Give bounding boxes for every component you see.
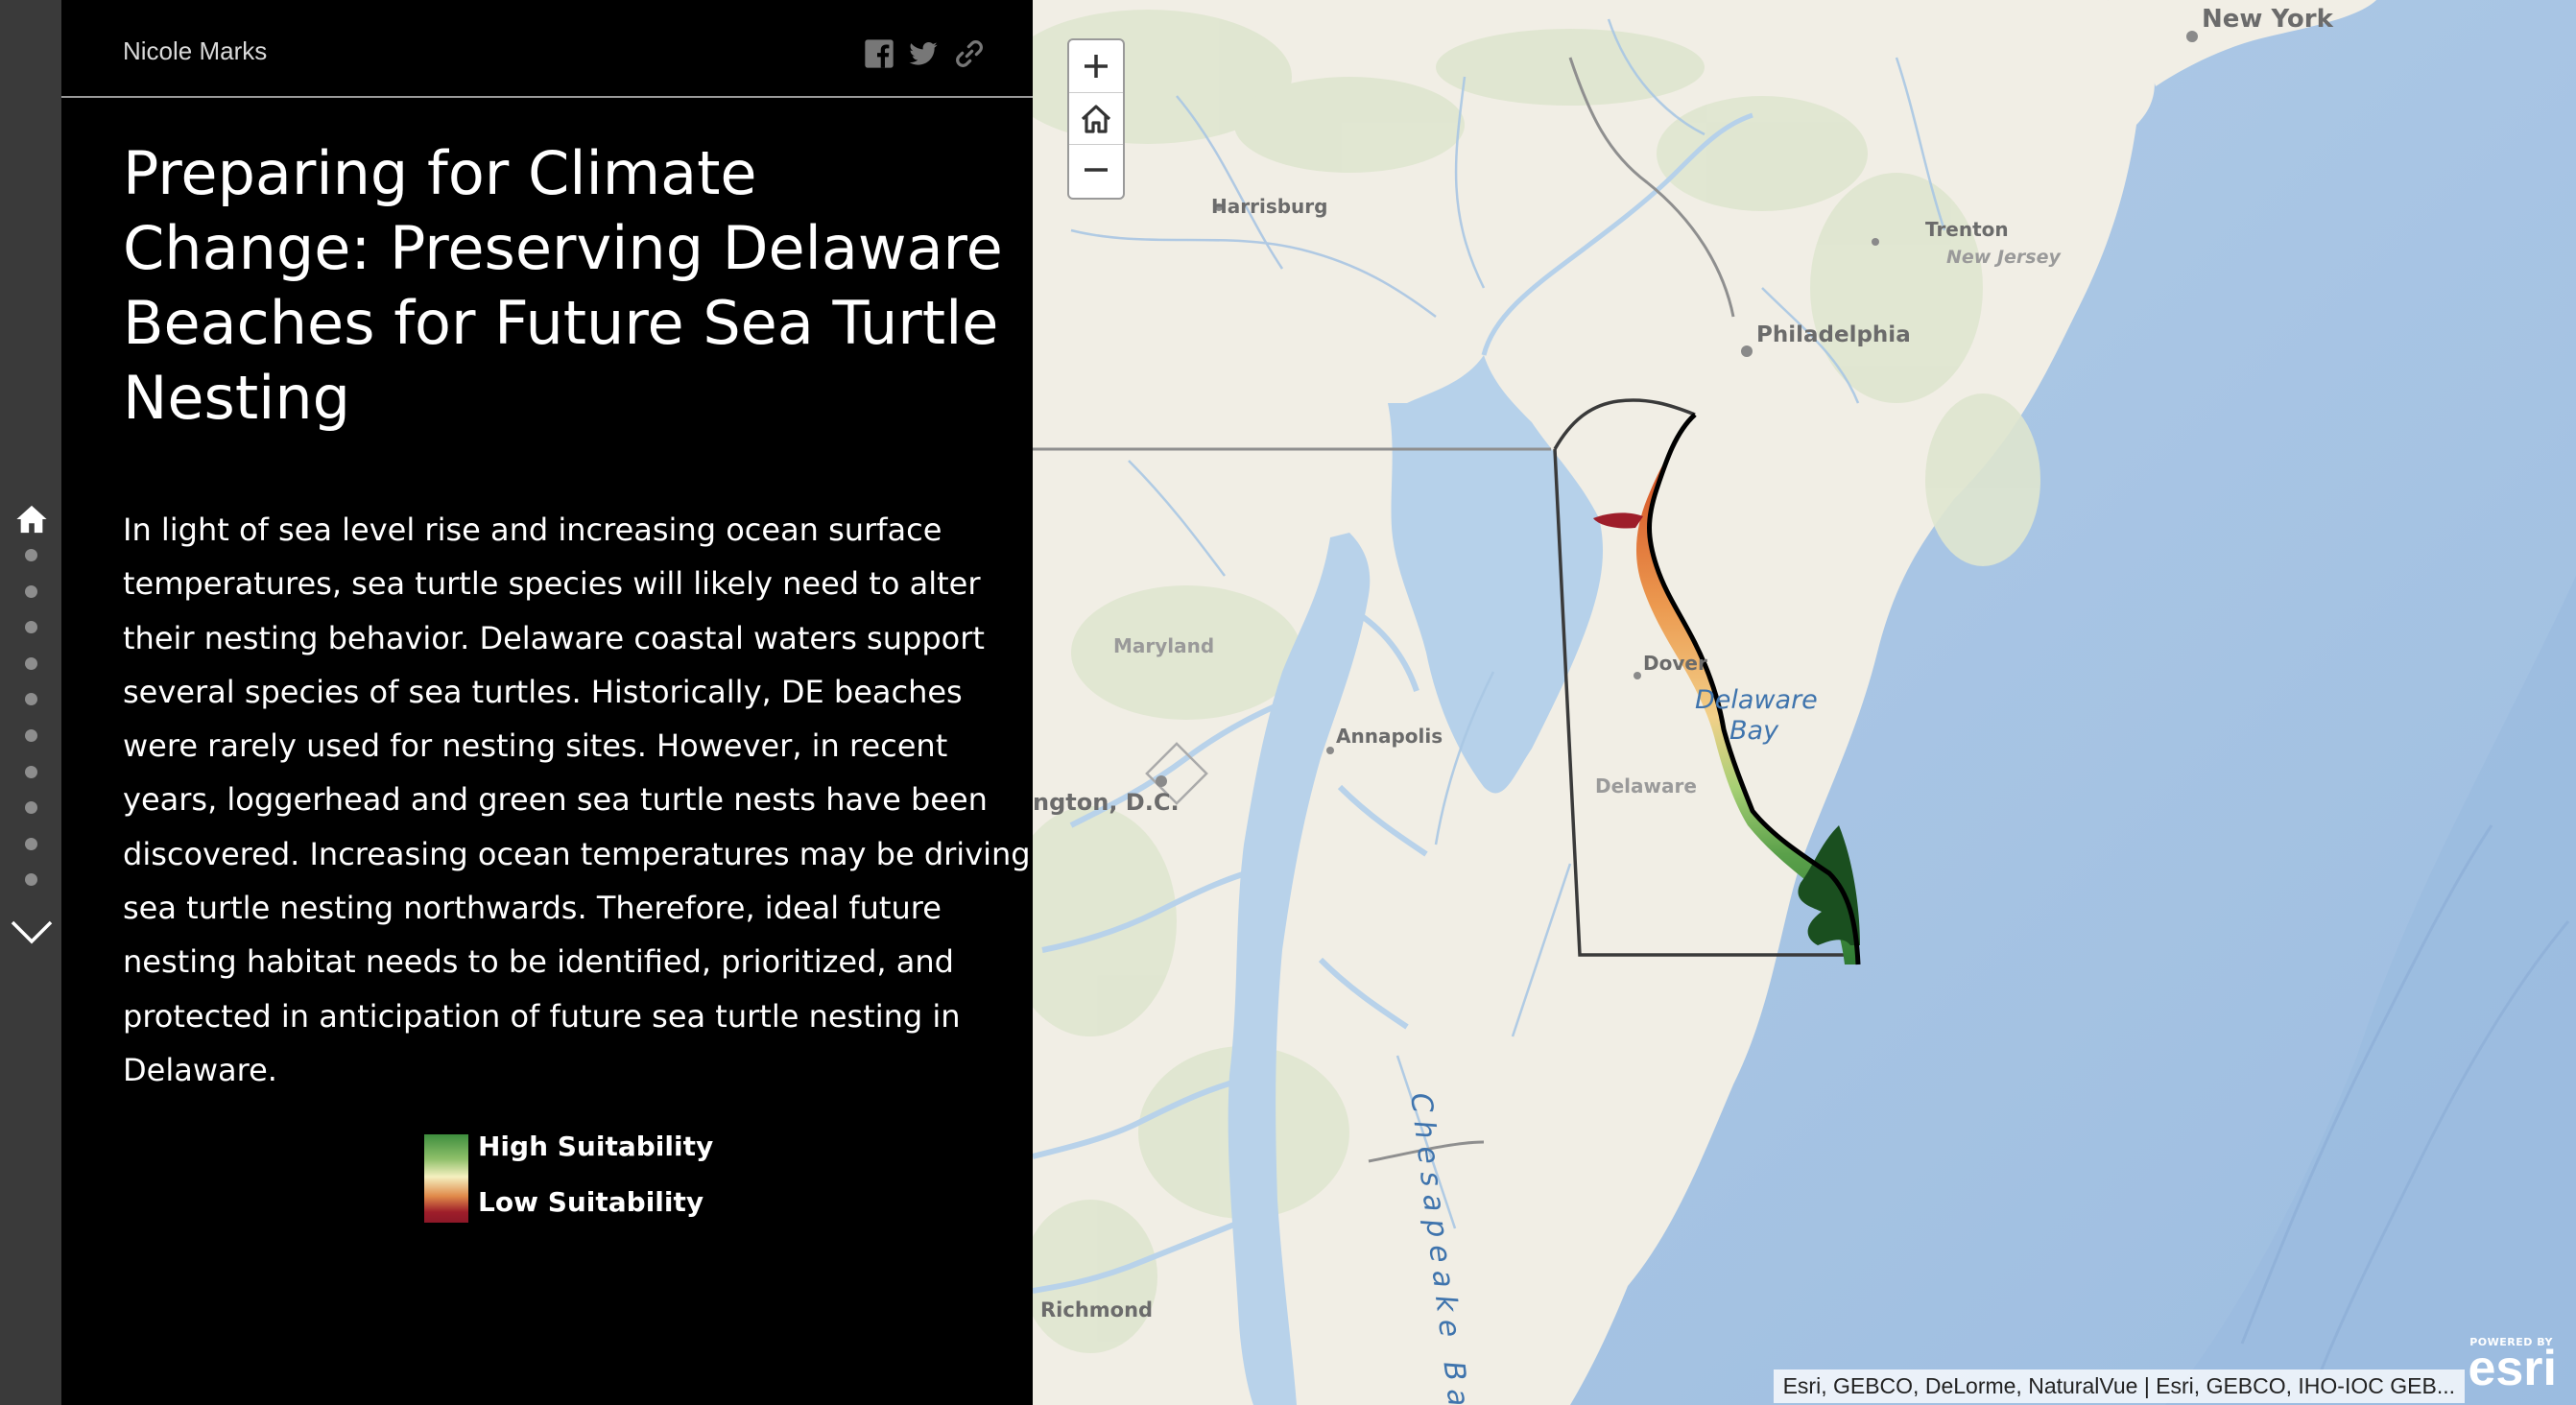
label-new-york: New York (2202, 5, 2334, 34)
plus-icon (1085, 55, 1108, 78)
link-icon[interactable] (954, 38, 985, 69)
home-icon[interactable] (15, 503, 48, 536)
basemap[interactable]: New York Harrisburg Trenton New Jersey P… (1033, 0, 2576, 1405)
chevron-down-icon[interactable] (10, 917, 54, 946)
section-dot[interactable] (25, 765, 37, 778)
zoom-controls (1067, 38, 1125, 200)
section-dots (25, 549, 37, 910)
esri-logo[interactable]: POWERED BY esri (2449, 1336, 2557, 1397)
zoom-out-button[interactable] (1069, 144, 1123, 196)
section-dot[interactable] (25, 656, 37, 670)
legend-low-label: Low Suitability (478, 1186, 704, 1218)
home-extent-button[interactable] (1069, 92, 1123, 145)
label-annapolis: Annapolis (1336, 725, 1443, 748)
minus-icon (1085, 168, 1108, 172)
facebook-icon[interactable] (864, 38, 894, 69)
section-dot[interactable] (25, 837, 37, 850)
label-maryland: Maryland (1113, 634, 1214, 657)
label-harrisburg: Harrisburg (1211, 195, 1327, 218)
home-icon (1081, 105, 1111, 133)
legend-color-ramp (424, 1134, 468, 1223)
twitter-icon[interactable] (908, 38, 939, 69)
section-dot[interactable] (25, 693, 37, 706)
legend-high-label: High Suitability (478, 1131, 714, 1162)
section-nav-rail (0, 0, 61, 1405)
label-philadelphia: Philadelphia (1756, 322, 1911, 347)
story-panel: Nicole Marks Preparing for Climate Chang… (61, 0, 1033, 1405)
author-name: Nicole Marks (123, 36, 268, 65)
story-body: In light of sea level rise and increasin… (123, 512, 1031, 1088)
label-dover: Dover (1643, 652, 1707, 675)
map-attribution: Esri, GEBCO, DeLorme, NaturalVue | Esri,… (1773, 1369, 2465, 1403)
story-header: Nicole Marks (61, 0, 1033, 98)
story-title: Preparing for Climate Change: Preserving… (123, 138, 1003, 433)
label-delaware-state: Delaware (1595, 774, 1697, 798)
zoom-in-button[interactable] (1069, 40, 1123, 93)
section-dot[interactable] (25, 584, 37, 598)
label-new-jersey: New Jersey (1946, 247, 2062, 268)
section-dot[interactable] (25, 621, 37, 634)
section-dot[interactable] (25, 728, 37, 742)
label-delaware-bay-2: Bay (1729, 716, 1779, 746)
label-richmond: Richmond (1040, 1298, 1153, 1322)
section-dot[interactable] (25, 801, 37, 815)
label-washington: ngton, D.C. (1033, 789, 1180, 816)
label-trenton: Trenton (1925, 218, 2009, 241)
label-delaware-bay: Delaware (1695, 685, 1818, 715)
esri-brand: esri (2468, 1341, 2557, 1396)
section-dot[interactable] (25, 549, 37, 561)
section-dot[interactable] (25, 873, 37, 887)
map-view[interactable]: New York Harrisburg Trenton New Jersey P… (1033, 0, 2576, 1405)
